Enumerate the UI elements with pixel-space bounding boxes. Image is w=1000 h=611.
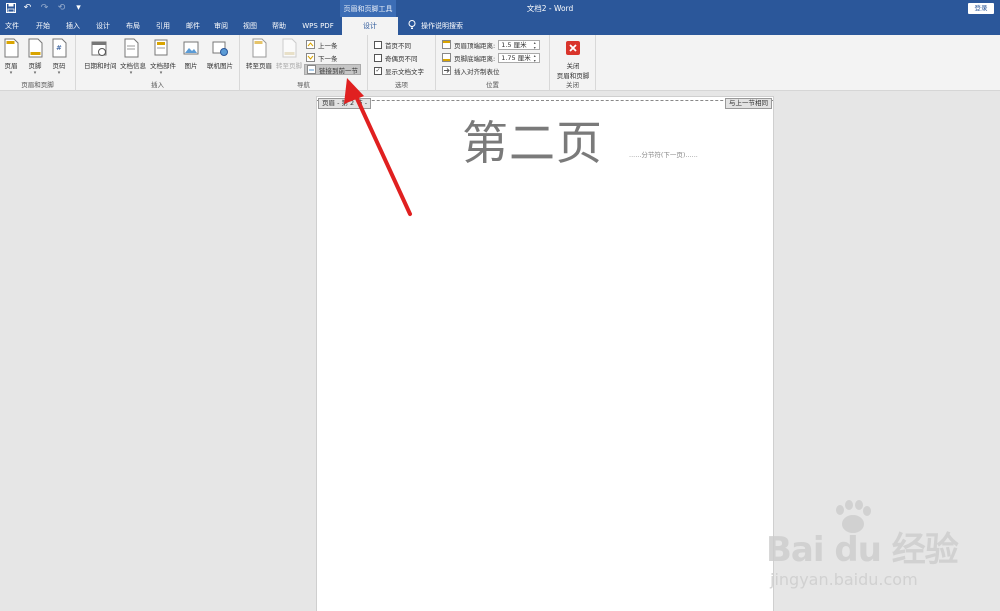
- footer-distance-icon: [442, 53, 451, 62]
- ribbon-tab-row: 文件 开始 插入 设计 布局 引用 邮件 审阅 视图 帮助 WPS PDF 设计…: [0, 17, 1000, 36]
- group-label-position: 位置: [486, 81, 499, 89]
- save-icon[interactable]: [4, 2, 17, 14]
- group-label-header-footer: 页眉和页脚: [21, 81, 54, 89]
- group-header-footer: 页眉 ▾ 页脚 ▾ # 页码 ▾ 页眉和页脚: [0, 35, 76, 91]
- close-header-footer-button[interactable]: 关闭 页眉和页脚: [552, 38, 594, 80]
- header-button[interactable]: 页眉 ▾: [0, 38, 22, 76]
- calendar-icon: [91, 41, 107, 56]
- quick-parts-button[interactable]: 文档部件 ▾: [150, 38, 176, 76]
- tab-insert[interactable]: 插入: [60, 17, 86, 35]
- header-distance-icon: [442, 40, 451, 49]
- link-icon: [307, 65, 316, 74]
- tab-layout[interactable]: 布局: [120, 17, 146, 35]
- tab-file[interactable]: 文件: [2, 17, 22, 35]
- alignment-tab-icon: [442, 66, 451, 75]
- tab-hf-design[interactable]: 设计: [342, 17, 398, 36]
- document-title: 文档2 - Word: [526, 4, 574, 13]
- date-time-button[interactable]: 日期和时间: [84, 38, 117, 70]
- checkbox-unchecked: [374, 53, 382, 62]
- group-label-close: 关闭: [566, 81, 579, 89]
- online-picture-icon: [212, 41, 228, 56]
- group-position: 页眉顶端距离: 1.5 厘米 页脚底端距离: 1.75 厘米 插入对齐制表位 位…: [436, 35, 550, 91]
- goto-footer-icon: [282, 38, 297, 58]
- different-first-page-checkbox[interactable]: 首页不同: [374, 39, 411, 50]
- quick-access-toolbar: ↶ ↷ ⟲ ▾: [4, 2, 85, 14]
- header-section-tag: 页眉 - 第 2 节 -: [318, 98, 372, 109]
- document-page[interactable]: 页眉 - 第 2 节 - 与上一节相同 第二页 ......分节符(下一页)..…: [316, 96, 774, 611]
- tab-wps-pdf[interactable]: WPS PDF: [298, 17, 338, 35]
- page-number-button[interactable]: # 页码 ▾: [48, 38, 70, 76]
- group-navigation: 转至页眉 转至页脚 上一条 下一条 链接到前一节 导航: [240, 35, 368, 91]
- context-tab-title: 页眉和页脚工具: [340, 0, 396, 17]
- tab-review[interactable]: 审阅: [208, 17, 234, 35]
- watermark-brand: Bai du 经验: [766, 530, 959, 570]
- tell-me-label: 操作说明搜索: [421, 22, 463, 30]
- next-icon: [306, 53, 315, 62]
- quick-parts-icon: [154, 39, 168, 56]
- header-text[interactable]: 第二页: [462, 107, 603, 173]
- close-icon: [566, 41, 580, 55]
- previous-icon: [306, 40, 315, 49]
- tab-view[interactable]: 视图: [237, 17, 263, 35]
- footer-page-icon: [28, 38, 43, 58]
- previous-section-button[interactable]: 上一条: [306, 39, 338, 50]
- repeat-icon[interactable]: ⟲: [55, 2, 68, 14]
- group-close: 关闭 页眉和页脚 关闭: [550, 35, 596, 91]
- footer-bottom-distance: 页脚底端距离: 1.75 厘米: [442, 52, 541, 63]
- section-break-marker: ......分节符(下一页)......: [629, 151, 698, 159]
- group-label-navigation: 导航: [297, 81, 310, 89]
- redo-icon[interactable]: ↷: [38, 2, 51, 14]
- svg-text:#: #: [56, 44, 62, 52]
- group-label-options: 选项: [395, 81, 408, 89]
- baidu-watermark: Bai du 经验 jingyan.baidu.com: [762, 500, 992, 600]
- link-to-previous-button[interactable]: 链接到前一节: [304, 64, 361, 75]
- header-boundary-line: [317, 100, 773, 101]
- tab-design[interactable]: 设计: [90, 17, 116, 35]
- show-document-text-checkbox[interactable]: ✓ 显示文档文字: [374, 65, 424, 76]
- ribbon: 页眉 ▾ 页脚 ▾ # 页码 ▾ 页眉和页脚 日期和时间 文档信息 ▾ 文档部件 ▾ 图片: [0, 35, 1000, 91]
- checkbox-unchecked: [374, 40, 382, 49]
- page-number-icon: #: [52, 38, 67, 58]
- next-section-button[interactable]: 下一条: [306, 52, 338, 63]
- online-picture-button[interactable]: 联机图片: [204, 38, 236, 70]
- goto-header-icon: [252, 38, 267, 58]
- customize-icon[interactable]: ▾: [72, 2, 85, 14]
- checkbox-checked-icon: ✓: [374, 66, 382, 75]
- picture-button[interactable]: 图片: [180, 38, 202, 70]
- footer-button[interactable]: 页脚 ▾: [24, 38, 46, 76]
- footer-bottom-distance-input[interactable]: 1.75 厘米: [498, 52, 541, 63]
- doc-info-icon: [124, 38, 139, 58]
- watermark-url: jingyan.baidu.com: [770, 570, 918, 589]
- doc-info-button[interactable]: 文档信息 ▾: [120, 38, 146, 76]
- header-page-icon: [4, 38, 19, 58]
- picture-icon: [183, 41, 199, 55]
- goto-footer-button[interactable]: 转至页脚: [274, 38, 304, 70]
- goto-header-button[interactable]: 转至页眉: [244, 38, 274, 70]
- tab-home[interactable]: 开始: [30, 17, 56, 35]
- group-insert: 日期和时间 文档信息 ▾ 文档部件 ▾ 图片 联机图片 插入: [76, 35, 240, 91]
- header-top-distance: 页眉顶端距离: 1.5 厘米: [442, 39, 541, 50]
- group-label-insert: 插入: [151, 81, 164, 89]
- lightbulb-icon: [408, 20, 416, 32]
- group-options: 首页不同 奇偶页不同 ✓ 显示文档文字 选项: [368, 35, 436, 91]
- tab-help[interactable]: 帮助: [266, 17, 292, 35]
- insert-alignment-tab-button[interactable]: 插入对齐制表位: [442, 65, 500, 76]
- tab-mailings[interactable]: 邮件: [180, 17, 206, 35]
- title-bar: ↶ ↷ ⟲ ▾ 页眉和页脚工具 文档2 - Word 登录: [0, 0, 1000, 17]
- header-top-distance-input[interactable]: 1.5 厘米: [498, 39, 541, 50]
- tell-me-search[interactable]: 操作说明搜索: [408, 17, 463, 35]
- login-button[interactable]: 登录: [968, 3, 994, 14]
- different-odd-even-checkbox[interactable]: 奇偶页不同: [374, 52, 418, 63]
- undo-icon[interactable]: ↶: [21, 2, 34, 14]
- same-as-previous-tag: 与上一节相同: [725, 98, 772, 109]
- tab-references[interactable]: 引用: [150, 17, 176, 35]
